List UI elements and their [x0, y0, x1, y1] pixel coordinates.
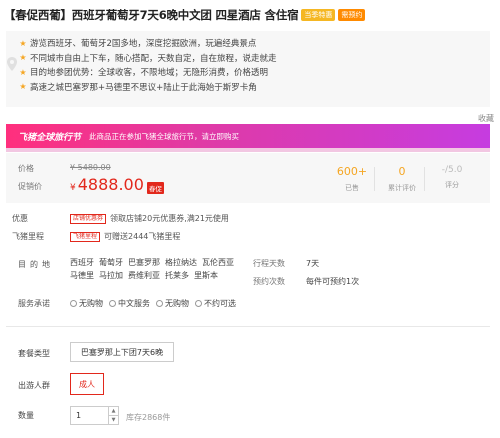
package-option[interactable]: 巴塞罗那上下团7天6晚 — [70, 342, 174, 362]
sold-count: 600+ 已售 — [336, 165, 368, 192]
feature-item: ★ 高速之城巴塞罗那+马德里不思议+陆止于此海始于斯罗卡角 — [16, 80, 490, 94]
check-circle-icon — [195, 300, 202, 307]
coupon-tag: 店铺优惠券 — [70, 213, 107, 224]
coupon-label: 优惠 — [12, 214, 28, 223]
destination-item: 马拉加 — [99, 271, 123, 280]
star-icon: ★ — [19, 82, 27, 91]
check-circle-icon — [109, 300, 116, 307]
stat-divider — [424, 167, 425, 191]
service-item: 无购物 — [70, 297, 103, 310]
star-icon: ★ — [19, 53, 27, 62]
review-count[interactable]: 0 累计评价 — [384, 165, 420, 193]
miles-tag: 飞猪里程 — [70, 231, 101, 242]
destination-item: 葡萄牙 — [99, 258, 123, 267]
destination-item: 西班牙 — [70, 258, 94, 267]
service-item: 不约可选 — [195, 297, 236, 310]
service-item: 中文服务 — [109, 297, 150, 310]
quantity-stepper[interactable]: ▲ ▼ — [109, 406, 119, 425]
package-label: 套餐类型 — [18, 349, 50, 358]
check-circle-icon — [70, 300, 77, 307]
destination-item: 托莱多 — [165, 271, 189, 280]
traveler-label: 出游人群 — [18, 381, 50, 390]
promo-brand: 飞猪全球旅行节 — [18, 132, 82, 143]
chevron-down-icon[interactable]: ▼ — [109, 415, 118, 424]
price-panel: 价格 ¥ 5480.00 促销价 ¥ 4888.00 春促 600+ 已售 0 … — [6, 153, 490, 203]
destination-label: 目的地 — [18, 260, 54, 269]
miles-row: 飞猪里程 飞猪里程 可赠送2444飞猪里程 — [12, 231, 180, 242]
service-label: 服务承诺 — [18, 299, 50, 308]
miles-text: 可赠送2444飞猪里程 — [104, 232, 181, 241]
booking-count-value: 每件可预约1次 — [306, 277, 360, 286]
sale-price: ¥ 4888.00 — [70, 175, 144, 194]
feature-list: ★ 游览西班牙、葡萄牙2国多地，深度挖掘欧洲，玩遍经典景点 ★ 不同城市自由上下车，… — [6, 31, 490, 107]
stock-count: 库存2868件 — [126, 413, 171, 422]
destination-item: 格拉纳达 — [165, 258, 197, 267]
spring-promo-badge: 春促 — [147, 182, 164, 194]
destination-item: 费维利亚 — [128, 271, 160, 280]
quantity-input[interactable]: 1 — [70, 406, 109, 425]
destination-list: 西班牙 葡萄牙 巴塞罗那 格拉纳达 瓦伦西亚马德里 马拉加 费维利亚 托莱多 里斯本 — [70, 256, 250, 282]
feature-item: ★ 目的地参团优势：全球收客，不限地域；无隐形消费，价格透明 — [16, 65, 490, 79]
seasonal-badge: 当季特惠 — [301, 9, 336, 21]
favorite-link[interactable]: 收藏 — [478, 113, 494, 124]
promo-banner[interactable]: 飞猪全球旅行节 此商品正在参加飞猪全球旅行节，请立即购买 — [6, 124, 490, 148]
star-icon: ★ — [19, 38, 27, 48]
feature-item: ★ 不同城市自由上下车，随心搭配，天数自定，自在旅程，说走就走 — [16, 51, 490, 65]
currency-symbol: ¥ — [70, 183, 76, 193]
trip-days-value: 7天 — [306, 259, 320, 268]
check-circle-icon — [156, 300, 163, 307]
destination-item: 里斯本 — [194, 271, 218, 280]
feature-item: ★ 游览西班牙、葡萄牙2国多地，深度挖掘欧洲，玩遍经典景点 — [16, 36, 490, 50]
product-title: 【春促西葡】西班牙葡萄牙7天6晚中文团 四星酒店 含住宿 — [4, 8, 299, 22]
promo-strip — [6, 148, 490, 152]
destination-item: 马德里 — [70, 271, 94, 280]
booking-count-label: 预约次数 — [253, 277, 285, 286]
destination-item: 瓦伦西亚 — [202, 258, 234, 267]
coupon-row: 优惠 店铺优惠券 领取店铺20元优惠券,满21元使用 — [12, 213, 229, 224]
sale-price-value: 4888.00 — [77, 175, 144, 194]
coupon-text[interactable]: 领取店铺20元优惠券,满21元使用 — [110, 213, 229, 224]
quantity-label: 数量 — [18, 411, 34, 420]
rating-score: -/5.0 评分 — [441, 165, 463, 189]
price-label: 价格 — [18, 164, 34, 173]
star-icon: ★ — [19, 67, 27, 77]
destination-item: 巴塞罗那 — [128, 258, 160, 267]
section-divider — [6, 326, 490, 327]
original-price: ¥ 5480.00 — [70, 163, 111, 172]
product-title-bar: 【春促西葡】西班牙葡萄牙7天6晚中文团 四星酒店 含住宿 当季特惠 需预约 — [4, 5, 498, 25]
chevron-up-icon[interactable]: ▲ — [109, 407, 118, 415]
reservation-badge: 需预约 — [338, 9, 366, 21]
stat-divider — [374, 167, 375, 191]
miles-label: 飞猪里程 — [12, 232, 44, 241]
service-item: 无购物 — [156, 297, 189, 310]
traveler-option-adult[interactable]: 成人 — [70, 373, 104, 395]
trip-days-label: 行程天数 — [253, 259, 285, 268]
sale-price-label: 促销价 — [18, 182, 42, 191]
promo-message: 此商品正在参加飞猪全球旅行节，请立即购买 — [89, 131, 240, 141]
location-pin-icon — [7, 57, 17, 71]
service-list: 无购物 中文服务 无购物 不约可选 — [70, 297, 260, 310]
